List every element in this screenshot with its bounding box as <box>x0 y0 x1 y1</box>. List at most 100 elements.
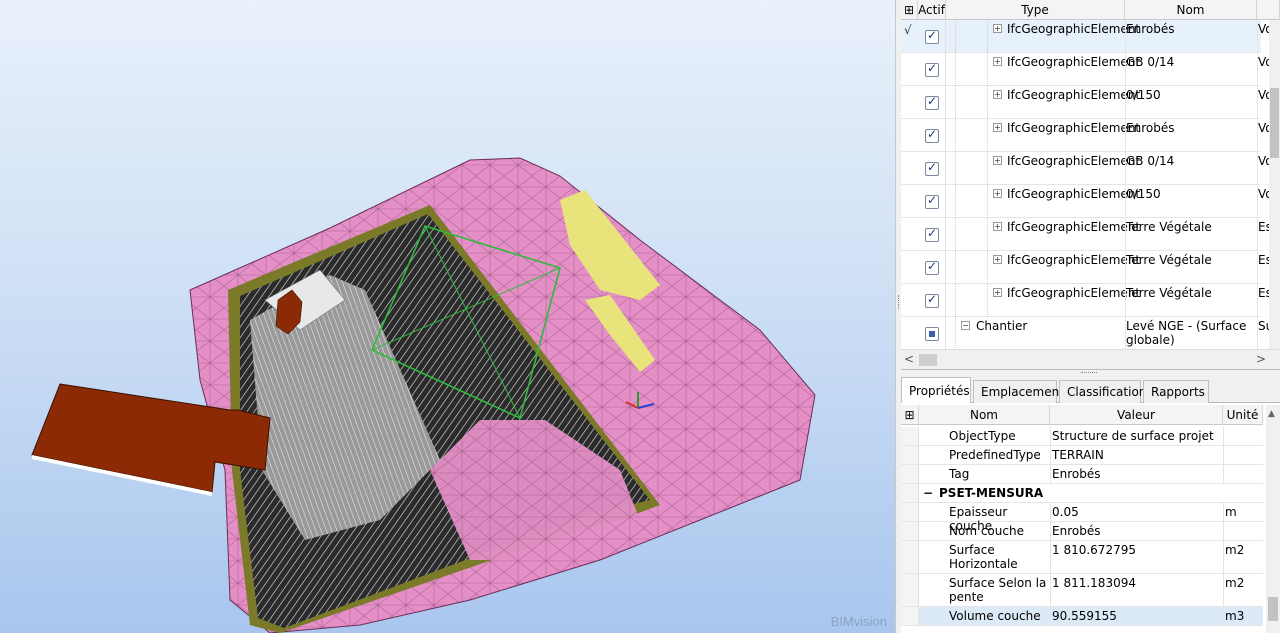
column-header-type[interactable]: Type <box>946 0 1125 20</box>
property-unit: m2 <box>1225 576 1245 590</box>
table-row[interactable]: √IfcGeographicElementEnrobésVo | E <box>901 20 1274 53</box>
actif-checkbox[interactable] <box>925 292 939 308</box>
table-row[interactable]: IfcGeographicElementGB 0/14Vo | C <box>901 53 1274 86</box>
property-value: 90.559155 <box>1052 609 1117 623</box>
scroll-up-icon[interactable]: ▲ <box>1268 409 1275 419</box>
nom-cell: GB 0/14 <box>1126 154 1175 168</box>
expand-icon[interactable] <box>993 156 1002 165</box>
type-cell: IfcGeographicElement <box>1007 22 1141 36</box>
nom-cell: 0/150 <box>1126 187 1161 201</box>
nom-cell: Levé NGE - (Surface globale) <box>1126 319 1247 347</box>
terrain-model[interactable] <box>0 0 895 633</box>
type-cell: IfcGeographicElement <box>1007 187 1141 201</box>
property-name: Volume couche <box>949 609 1041 623</box>
property-name: Tag <box>949 467 970 481</box>
elements-grid[interactable]: ⊞ Actif Type Nom √IfcGeographicElementEn… <box>901 0 1280 370</box>
watermark: BIMvision <box>830 614 887 629</box>
active-marker: √ <box>904 23 912 37</box>
scroll-left-icon[interactable]: < <box>904 352 914 366</box>
3d-viewport[interactable]: BIMvision <box>0 0 895 633</box>
nom-cell: GB 0/14 <box>1126 55 1175 69</box>
column-header-unite[interactable]: Unité <box>1223 405 1263 425</box>
tab-emplacement[interactable]: Emplacement <box>973 380 1064 403</box>
type-cell: IfcGeographicElement <box>1007 220 1141 234</box>
collapse-icon[interactable] <box>961 321 970 330</box>
type-cell: IfcGeographicElement <box>1007 253 1141 267</box>
table-row[interactable]: IfcGeographicElementEnrobésVo | E <box>901 119 1274 152</box>
property-value: Structure de surface projet <box>1052 429 1214 443</box>
property-name: PredefinedType <box>949 448 1041 462</box>
table-row[interactable]: IfcGeographicElementGB 0/14Vo | C <box>901 152 1274 185</box>
property-name: Surface Horizontale <box>949 543 1018 571</box>
property-name: Nom couche <box>949 524 1024 538</box>
actif-checkbox[interactable] <box>925 61 939 77</box>
property-group-name: PSET-MENSURA <box>939 486 1044 500</box>
table-row[interactable]: ChantierLevé NGE - (Surface globale)Su (… <box>901 317 1274 350</box>
table-row[interactable]: IfcGeographicElement0/150Vo | C <box>901 86 1274 119</box>
property-name: Surface Selon la pente <box>949 576 1047 604</box>
expand-icon[interactable] <box>993 189 1002 198</box>
grid-options-icon[interactable]: ⊞ <box>901 0 918 20</box>
actif-checkbox[interactable] <box>925 160 939 176</box>
table-row[interactable]: IfcGeographicElement0/150Vo | C <box>901 185 1274 218</box>
property-row[interactable]: Volume couche 90.559155 m3 <box>901 607 1263 626</box>
property-row[interactable]: ObjectType Structure de surface projet <box>901 427 1263 446</box>
expand-icon[interactable] <box>993 24 1002 33</box>
type-cell: IfcGeographicElement <box>1007 55 1141 69</box>
actif-checkbox[interactable] <box>925 226 939 242</box>
type-cell: IfcGeographicElement <box>1007 154 1141 168</box>
expand-icon[interactable] <box>993 57 1002 66</box>
property-row[interactable]: Epaisseur couche 0.05 m <box>901 503 1263 533</box>
grid-options-icon[interactable]: ⊞ <box>901 405 919 425</box>
type-cell: IfcGeographicElement <box>1007 286 1141 300</box>
expand-icon[interactable] <box>993 255 1002 264</box>
expand-icon[interactable] <box>993 288 1002 297</box>
column-header-extra[interactable] <box>1257 0 1280 20</box>
property-value: 1 810.672795 <box>1052 543 1136 557</box>
property-unit: m3 <box>1225 609 1245 623</box>
nom-cell: Terre Végétale <box>1126 286 1212 300</box>
column-header-valeur[interactable]: Valeur <box>1050 405 1223 425</box>
column-header-nom[interactable]: Nom <box>919 405 1050 425</box>
actif-checkbox[interactable] <box>925 259 939 275</box>
column-header-actif[interactable]: Actif <box>918 0 946 20</box>
actif-checkbox[interactable] <box>925 327 939 341</box>
scroll-right-icon[interactable]: > <box>1256 352 1266 366</box>
property-row[interactable]: Tag Enrobés <box>901 465 1263 484</box>
actif-checkbox[interactable] <box>925 193 939 209</box>
collapse-icon[interactable]: − <box>923 486 933 500</box>
properties-grid[interactable]: ⊞ Nom Valeur Unité ObjectType Structure d… <box>901 403 1280 633</box>
tab-classification[interactable]: Classification <box>1059 380 1146 403</box>
nom-cell: Terre Végétale <box>1126 253 1212 267</box>
property-value: Enrobés <box>1052 524 1101 538</box>
nom-cell: Enrobés <box>1126 22 1175 36</box>
tab-rapports[interactable]: Rapports <box>1143 380 1209 403</box>
property-value: TERRAIN <box>1052 448 1104 462</box>
property-unit: m <box>1225 505 1237 519</box>
properties-scrollbar[interactable]: ▲ <box>1266 405 1280 633</box>
property-row[interactable]: Surface Selon la pente 1 811.183094 m2 <box>901 574 1263 607</box>
property-row[interactable]: Surface Horizontale 1 810.672795 m2 <box>901 541 1263 574</box>
property-row[interactable]: PredefinedType TERRAIN <box>901 446 1263 465</box>
actif-checkbox[interactable] <box>925 127 939 143</box>
vertical-scrollbar[interactable] <box>1269 20 1280 349</box>
tab-proprietes[interactable]: Propriétés <box>901 377 971 404</box>
property-row[interactable]: Nom couche Enrobés <box>901 522 1263 541</box>
type-cell: IfcGeographicElement <box>1007 121 1141 135</box>
property-name: ObjectType <box>949 429 1016 443</box>
property-group-header[interactable]: − PSET-MENSURA <box>901 484 1263 503</box>
type-cell: IfcGeographicElement <box>1007 88 1141 102</box>
table-row[interactable]: IfcGeographicElementTerre VégétaleEs | T <box>901 284 1274 317</box>
properties-tabs: Propriétés Emplacement Classification Ra… <box>901 376 1280 404</box>
table-row[interactable]: IfcGeographicElementTerre VégétaleEs | T <box>901 218 1274 251</box>
expand-icon[interactable] <box>993 123 1002 132</box>
actif-checkbox[interactable] <box>925 28 939 44</box>
horizontal-scrollbar[interactable]: < > <box>901 349 1280 369</box>
actif-checkbox[interactable] <box>925 94 939 110</box>
expand-icon[interactable] <box>993 222 1002 231</box>
table-row[interactable]: IfcGeographicElementTerre VégétaleEs | T <box>901 251 1274 284</box>
column-header-nom[interactable]: Nom <box>1125 0 1257 20</box>
expand-icon[interactable] <box>993 90 1002 99</box>
property-unit: m2 <box>1225 543 1245 557</box>
property-value: 0.05 <box>1052 505 1079 519</box>
